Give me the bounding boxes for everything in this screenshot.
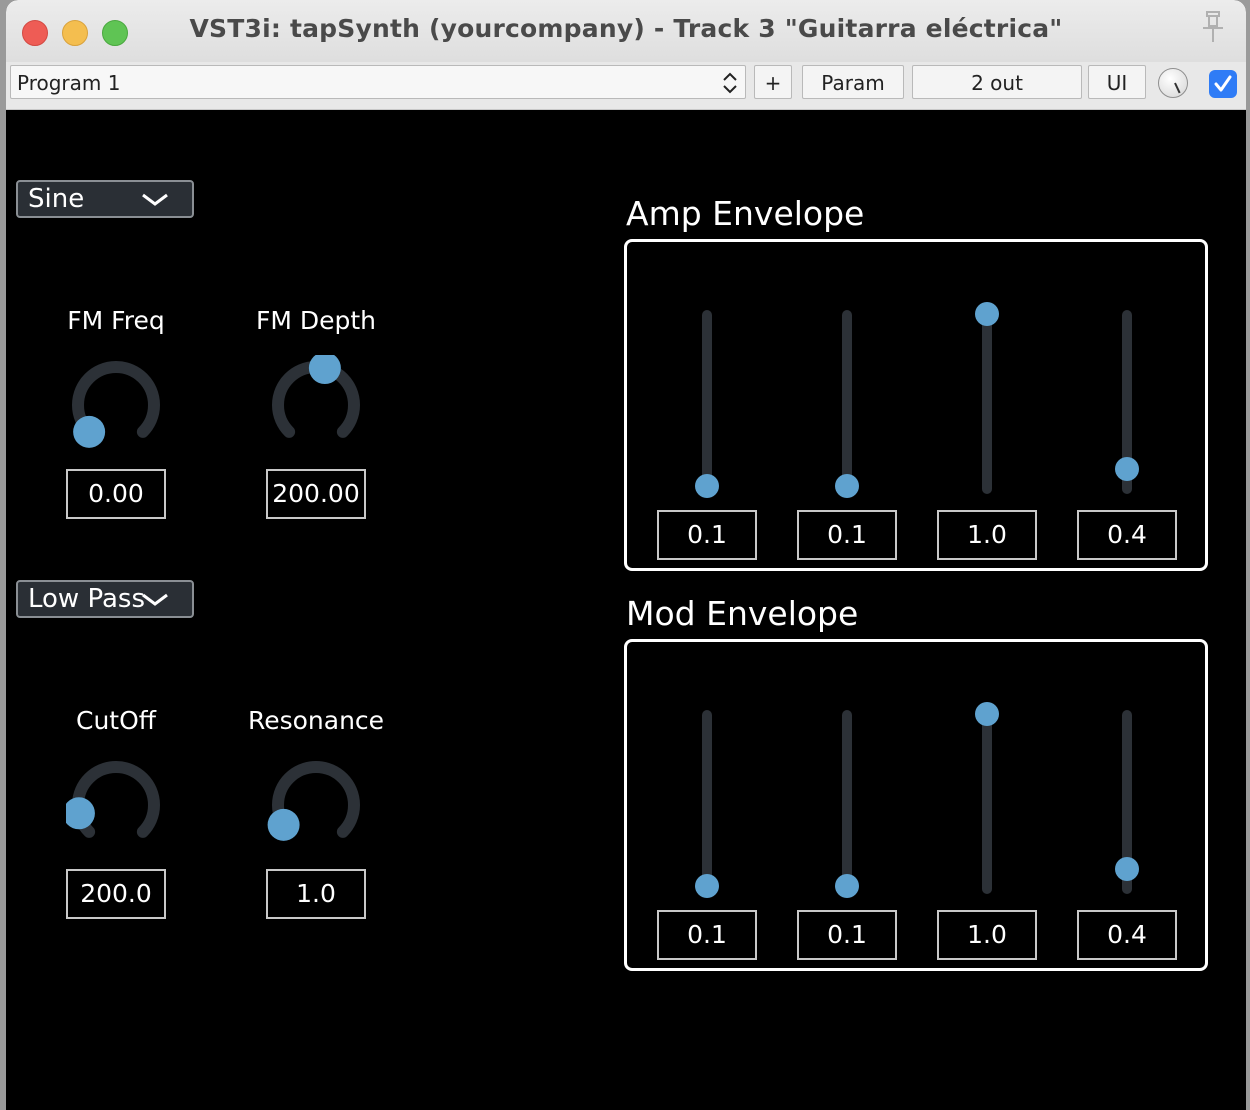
chevron-down-icon [142,193,168,206]
add-preset-button[interactable]: + [754,65,792,99]
decay-value[interactable]: 0.1 [797,910,897,960]
attack-value[interactable]: 0.1 [657,910,757,960]
title-bar: VST3i: tapSynth (yourcompany) - Track 3 … [6,0,1246,63]
program-label: Program 1 [17,71,121,95]
release-slider-thumb[interactable] [1115,856,1139,881]
waveform-dropdown[interactable]: Sine [16,180,194,218]
bypass-checkbox[interactable] [1209,70,1237,98]
attack-slider-track[interactable] [702,710,712,894]
filter-type-dropdown[interactable]: Low Pass [16,580,194,618]
attack-value[interactable]: 0.1 [657,510,757,560]
checkmark-icon [1214,75,1232,92]
host-toolbar: Program 1 + Param 2 out UI [6,62,1246,110]
decay-slider-thumb[interactable] [835,474,859,498]
fm-depth-value[interactable]: 200.00 [266,469,366,519]
ui-button[interactable]: UI [1088,65,1146,99]
decay-value[interactable]: 0.1 [797,510,897,560]
release-slider-thumb[interactable] [1115,456,1139,481]
knob-thumb[interactable] [73,415,106,448]
cutoff-value[interactable]: 200.0 [66,869,166,919]
param-button[interactable]: Param [802,65,904,99]
resonance-value[interactable]: 1.0 [266,869,366,919]
wet-dry-knob[interactable] [1158,68,1188,98]
resonance-knob[interactable] [266,755,366,855]
waveform-label: Sine [28,184,85,214]
fm-freq-value[interactable]: 0.00 [66,469,166,519]
fm-depth-label: FM Depth [255,306,377,335]
attack-slider-thumb[interactable] [695,474,719,498]
sustain-slider-thumb[interactable] [975,702,999,726]
amp-envelope-panel: 0.1 0.1 1.0 0.4 [624,239,1208,571]
plugin-editor: Sine FM Freq 0.00 FM Depth 200.00 Low Pa… [6,110,1246,1110]
filter-type-label: Low Pass [28,584,145,614]
cutoff-knob[interactable] [66,755,166,855]
amp-envelope-title: Amp Envelope [626,194,865,233]
fm-freq-knob[interactable] [66,355,166,455]
release-value[interactable]: 0.4 [1077,510,1177,560]
mod-envelope-panel: 0.1 0.1 1.0 0.4 [624,639,1208,971]
mod-envelope-title: Mod Envelope [626,594,859,633]
fm-freq-label: FM Freq [67,306,165,335]
resonance-label: Resonance [247,706,385,735]
knob-thumb[interactable] [267,808,300,841]
sustain-slider-track[interactable] [982,310,992,494]
sustain-slider-track[interactable] [982,710,992,894]
chevron-down-icon [142,593,168,606]
fm-depth-knob[interactable] [266,355,366,455]
updown-icon [723,72,737,94]
program-select[interactable]: Program 1 [10,65,746,99]
window-title: VST3i: tapSynth (yourcompany) - Track 3 … [189,14,1063,43]
output-button[interactable]: 2 out [912,65,1082,99]
release-value[interactable]: 0.4 [1077,910,1177,960]
decay-slider-track[interactable] [842,310,852,494]
pin-icon[interactable] [1200,10,1226,44]
decay-slider-thumb[interactable] [835,874,859,898]
attack-slider-track[interactable] [702,310,712,494]
cutoff-label: CutOff [75,706,156,735]
sustain-value[interactable]: 1.0 [937,510,1037,560]
sustain-slider-thumb[interactable] [975,302,999,326]
plugin-window: VST3i: tapSynth (yourcompany) - Track 3 … [6,0,1246,1110]
attack-slider-thumb[interactable] [695,874,719,898]
sustain-value[interactable]: 1.0 [937,910,1037,960]
decay-slider-track[interactable] [842,710,852,894]
